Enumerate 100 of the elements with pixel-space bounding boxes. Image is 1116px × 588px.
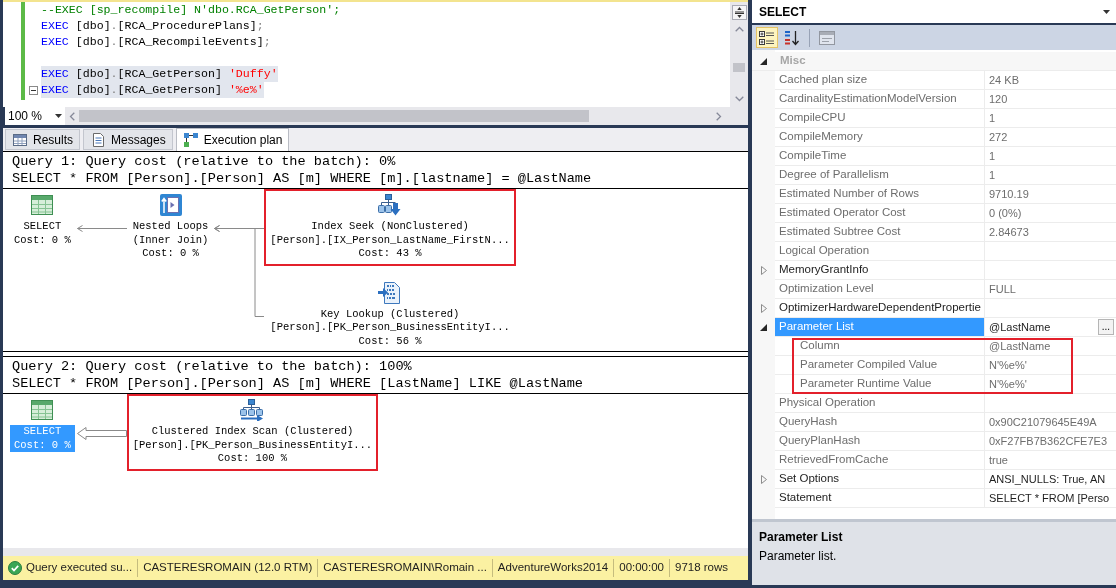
property-value: 24 KB: [989, 72, 1019, 88]
property-value: 9710.19: [989, 186, 1029, 202]
property-value: FULL: [989, 281, 1016, 297]
loop-box-icon[interactable]: [158, 194, 183, 216]
property-name[interactable]: CompileCPU: [779, 109, 846, 127]
property-value: N'%e%': [989, 376, 1027, 392]
property-name[interactable]: RetrievedFromCache: [779, 451, 889, 469]
caret-down-icon[interactable]: [55, 114, 62, 118]
property-value: 1: [989, 148, 996, 164]
ellipsis-button[interactable]: ...: [1097, 319, 1114, 335]
code-line: --EXEC [sp_recompile] N'dbo.RCA_GetPerson';: [41, 2, 341, 18]
property-name[interactable]: Optimization Level: [779, 280, 874, 298]
node-label: Nested Loops: [132, 220, 209, 234]
property-name[interactable]: Estimated Number of Rows: [779, 185, 919, 203]
property-value: 1: [989, 167, 996, 183]
status-text: 9718 rows: [675, 560, 729, 576]
node-label: SELECT: [23, 220, 62, 234]
property-name[interactable]: QueryPlanHash: [779, 432, 861, 450]
triangle-right-icon[interactable]: [760, 304, 767, 313]
property-name[interactable]: Logical Operation: [779, 242, 870, 260]
scrollbar-thumb[interactable]: [79, 110, 589, 122]
property-name[interactable]: OptimizerHardwareDependentPropertie: [779, 299, 981, 317]
property-value: 272: [989, 129, 1008, 145]
property-value: 0xF27FB7B362CFE7E3: [989, 433, 1107, 449]
property-name[interactable]: CompileTime: [779, 147, 847, 165]
description-text: Parameter list.: [759, 548, 837, 564]
selection-highlight[interactable]: SELECT Cost: 0 %: [10, 425, 75, 452]
code-line: EXEC [dbo].[RCA_ProcedurePlans];: [41, 18, 264, 34]
status-text: CASTERESROMAIN\Romain ...: [323, 560, 487, 576]
node-cost: Cost: 100 %: [217, 452, 288, 466]
chevron-left-icon[interactable]: [69, 111, 75, 121]
tree-arrow-icon[interactable]: [378, 194, 403, 216]
query-header: Query 2: Query cost (relative to the batch): 100%: [12, 358, 413, 375]
node-label: Key Lookup (Clustered): [320, 307, 460, 321]
property-value: 120: [989, 91, 1008, 107]
triangle-right-icon[interactable]: [760, 266, 767, 275]
node-label: Clustered Index Scan (Clustered): [151, 425, 354, 439]
property-value: true: [989, 452, 1008, 468]
property-value: 0x90C21079645E49A: [989, 414, 1097, 430]
description-title: Parameter List: [759, 529, 843, 545]
code-editor[interactable]: --EXEC [sp_recompile] N'dbo.RCA_GetPerson'; EXEC [dbo].[RCA_ProcedurePlans]; EXEC [dbo].[RCA_RecompileEvents]; EXEC [dbo].[RCA_GetPerson] 'Duffy' EXEC [dbo].[RCA_GetPerson] '%e%': [3, 2, 748, 107]
vertical-scrollbar[interactable]: [730, 2, 748, 107]
status-text: CASTERESROMAIN (12.0 RTM): [143, 560, 313, 576]
chevron-up-icon[interactable]: [734, 26, 744, 32]
document-arrow-icon[interactable]: [378, 281, 403, 304]
object-dropdown[interactable]: SELECT: [752, 0, 1116, 23]
property-name[interactable]: Estimated Subtree Cost: [779, 223, 901, 241]
chevron-right-icon[interactable]: [716, 111, 722, 121]
property-name[interactable]: Set Options: [779, 470, 840, 488]
table-icon[interactable]: [30, 399, 55, 421]
triangle-down-icon[interactable]: [760, 57, 767, 65]
node-label: [Person].[IX_Person_LastName_FirstN...: [270, 233, 510, 247]
split-handle-icon[interactable]: [731, 5, 747, 20]
node-label: (Inner Join): [132, 233, 209, 247]
node-label: SELECT: [23, 425, 62, 439]
minus-box-icon[interactable]: [28, 85, 38, 95]
property-value: @LastName: [989, 338, 1051, 354]
node-label: [Person].[PK_Person_BusinessEntityI...: [270, 321, 510, 335]
selection-highlight[interactable]: Parameter List: [775, 318, 985, 337]
status-text: 00:00:00: [619, 560, 664, 576]
chevron-down-icon[interactable]: [734, 96, 744, 102]
query-header: Query 1: Query cost (relative to the batch): 0%: [12, 153, 397, 170]
node-label: [Person].[PK_Person_BusinessEntityI...: [132, 438, 373, 452]
property-name[interactable]: Degree of Parallelism: [779, 166, 889, 184]
triangle-down-icon[interactable]: [760, 324, 767, 331]
property-name[interactable]: Physical Operation: [779, 394, 876, 412]
grid-icon: [12, 131, 28, 148]
property-name[interactable]: Parameter Runtime Value: [800, 375, 932, 393]
caret-down-icon[interactable]: [1103, 9, 1110, 14]
node-label: Index Seek (NonClustered): [311, 220, 469, 234]
zoom-dropdown[interactable]: 100 %: [5, 107, 65, 125]
property-value: SELECT * FROM [Perso: [989, 490, 1110, 506]
query-statement: SELECT * FROM [Person].[Person] AS [m] WHERE [LastName] LIKE @LastName: [12, 375, 585, 392]
property-name[interactable]: Column: [800, 337, 840, 355]
table-icon[interactable]: [30, 194, 55, 216]
property-name[interactable]: Estimated Operator Cost: [779, 204, 906, 222]
status-text: Query executed su...: [26, 560, 133, 576]
horizontal-scrollbar[interactable]: [65, 107, 748, 125]
property-name[interactable]: Statement: [779, 489, 832, 507]
property-name[interactable]: QueryHash: [779, 413, 838, 431]
property-name[interactable]: CompileMemory: [779, 128, 863, 146]
result-tab[interactable]: Messages: [83, 129, 173, 150]
plan-diagram-icon: [182, 132, 199, 148]
horizontal-scrollbar[interactable]: [3, 548, 748, 556]
result-tab[interactable]: Execution plan: [175, 128, 290, 151]
property-value: @LastName: [989, 319, 1051, 335]
property-name[interactable]: Parameter List: [779, 318, 854, 336]
property-name[interactable]: Parameter Compiled Value: [800, 356, 938, 374]
document-icon: [90, 131, 106, 148]
scrollbar-thumb[interactable]: [733, 63, 745, 72]
node-cost: Cost: 56 %: [358, 334, 422, 348]
property-name[interactable]: MemoryGrantInfo: [779, 261, 869, 279]
property-value: N'%e%': [989, 357, 1027, 373]
property-name[interactable]: CardinalityEstimationModelVersion: [779, 90, 957, 108]
triangle-right-icon[interactable]: [760, 475, 767, 484]
property-value: ANSI_NULLS: True, AN: [989, 471, 1106, 487]
tree-scan-icon[interactable]: [240, 399, 265, 421]
code-line: EXEC [dbo].[RCA_RecompileEvents];: [41, 34, 271, 50]
result-tab[interactable]: Results: [5, 129, 80, 150]
property-name[interactable]: Cached plan size: [779, 71, 868, 89]
